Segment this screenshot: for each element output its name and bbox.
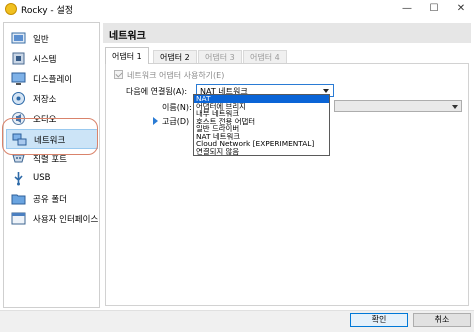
sidebar-item-label: 시스템 xyxy=(33,55,57,65)
sidebar-item-label: 저장소 xyxy=(33,95,57,105)
expand-triangle-icon xyxy=(153,117,158,125)
maximize-button[interactable]: ☐ xyxy=(420,0,448,18)
sidebar-item-label: 일반 xyxy=(33,35,49,45)
title-bar: Rocky - 설정 — ☐ ✕ xyxy=(0,0,474,18)
dialog-button-bar: 확인 취소 xyxy=(0,310,474,332)
system-icon xyxy=(12,52,25,65)
sidebar-item-system[interactable]: 시스템 xyxy=(6,49,98,69)
sidebar-item-label: 디스플레이 xyxy=(33,75,73,85)
page-title: 네트워크 xyxy=(103,23,471,43)
advanced-label: 고급(D) xyxy=(162,117,190,126)
advanced-toggle[interactable]: 고급(D) xyxy=(153,116,189,127)
name-label: 이름(N): xyxy=(162,103,192,112)
window-title: Rocky - 설정 xyxy=(21,6,74,16)
chevron-down-icon xyxy=(452,105,458,109)
sidebar-item-usb[interactable]: USB xyxy=(6,169,98,189)
dropdown-option-cloud-network[interactable]: Cloud Network [EXPERIMENTAL] xyxy=(194,140,329,148)
enable-adapter-label: 네트워크 어댑터 사용하기(E) xyxy=(127,71,225,80)
cancel-button[interactable]: 취소 xyxy=(413,313,471,327)
selection-highlight-ring xyxy=(2,118,98,155)
sidebar-item-display[interactable]: 디스플레이 xyxy=(6,69,98,89)
ok-button[interactable]: 확인 xyxy=(350,313,408,327)
app-icon xyxy=(5,3,17,15)
close-button[interactable]: ✕ xyxy=(447,0,474,18)
minimize-button[interactable]: — xyxy=(393,0,421,18)
sidebar-item-user-interface[interactable]: 사용자 인터페이스 xyxy=(6,209,98,229)
sidebar-item-shared-folder[interactable]: 공유 폴더 xyxy=(6,189,98,209)
dropdown-option-host-only[interactable]: 호스트 전용 어댑터 xyxy=(194,118,329,126)
sidebar-item-label: 공유 폴더 xyxy=(33,195,67,205)
shared-folder-icon xyxy=(11,194,26,205)
chevron-down-icon xyxy=(323,89,329,93)
name-select[interactable] xyxy=(334,100,462,112)
display-icon xyxy=(11,72,26,85)
general-icon xyxy=(11,32,26,44)
tab-adapter-4[interactable]: 어댑터 4 xyxy=(243,50,287,63)
dropdown-option-not-attached[interactable]: 연결되지 않음 xyxy=(194,148,329,156)
tab-adapter-3[interactable]: 어댑터 3 xyxy=(198,50,242,63)
dropdown-option-nat[interactable]: NAT xyxy=(194,95,329,103)
dropdown-option-bridged[interactable]: 어댑터에 브리지 xyxy=(194,103,329,111)
tab-adapter-1[interactable]: 어댑터 1 xyxy=(105,47,149,64)
enable-adapter-checkbox[interactable] xyxy=(114,70,123,79)
sidebar-item-label: 사용자 인터페이스 xyxy=(33,215,99,225)
tab-adapter-2[interactable]: 어댑터 2 xyxy=(153,50,197,63)
settings-sidebar: 일반 시스템 디스플레이 저장소 오디오 네트워크 직렬 포트 USB 공유 폴… xyxy=(3,22,100,308)
sidebar-item-storage[interactable]: 저장소 xyxy=(6,89,98,109)
dropdown-option-generic-driver[interactable]: 일반 드라이버 xyxy=(194,125,329,133)
storage-icon xyxy=(12,92,25,105)
attached-to-dropdown-list: NAT 어댑터에 브리지 내부 네트워크 호스트 전용 어댑터 일반 드라이버 … xyxy=(193,94,330,156)
dropdown-option-nat-network[interactable]: NAT 네트워크 xyxy=(194,133,329,141)
usb-icon xyxy=(14,172,23,186)
sidebar-item-label: USB xyxy=(33,173,51,183)
dropdown-option-internal[interactable]: 내부 네트워크 xyxy=(194,110,329,118)
settings-content: 네트워크 어댑터 1 어댑터 2 어댑터 3 어댑터 4 네트워크 어댑터 사용… xyxy=(103,22,471,308)
sidebar-item-general[interactable]: 일반 xyxy=(6,29,98,49)
enable-adapter-row[interactable]: 네트워크 어댑터 사용하기(E) xyxy=(114,70,224,81)
user-interface-icon xyxy=(11,212,26,225)
attached-to-label: 다음에 연결됨(A): xyxy=(126,87,188,96)
